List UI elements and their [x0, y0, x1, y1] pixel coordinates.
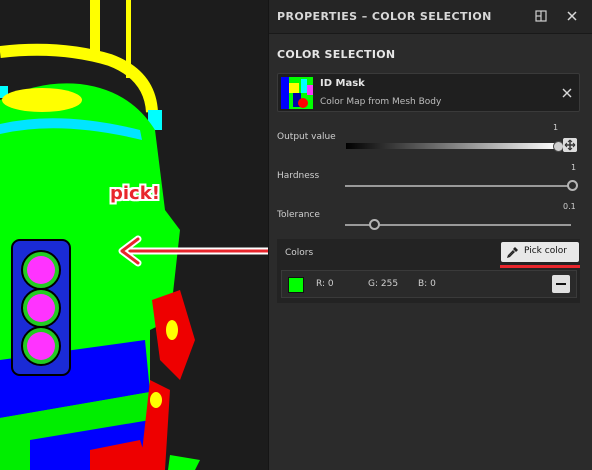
- color-entry-row[interactable]: R: 0 G: 255 B: 0: [281, 270, 577, 298]
- section-title: COLOR SELECTION: [277, 48, 396, 61]
- dock-icon[interactable]: [535, 10, 547, 22]
- id-mask-resource[interactable]: ID Mask Color Map from Mesh Body: [277, 73, 580, 112]
- hardness-slider-handle[interactable]: [567, 180, 578, 191]
- output-value-number: 1: [553, 123, 559, 132]
- properties-panel: PROPERTIES – COLOR SELECTION COLOR SELEC…: [268, 0, 592, 470]
- close-icon[interactable]: [565, 9, 579, 23]
- id-mask-mesh-render: [0, 0, 268, 470]
- tolerance-label: Tolerance: [277, 210, 320, 220]
- pick-color-button[interactable]: Pick color: [501, 242, 579, 262]
- colors-label: Colors: [285, 248, 314, 258]
- hardness-label: Hardness: [277, 171, 320, 181]
- color-r-value: R: 0: [316, 279, 334, 289]
- remove-color-button[interactable]: [552, 275, 570, 293]
- hardness-value: 1: [571, 163, 577, 172]
- color-swatch[interactable]: [288, 277, 304, 293]
- pick-color-highlight: [500, 265, 580, 268]
- viewport-3d[interactable]: pick!: [0, 0, 268, 470]
- resource-description: Color Map from Mesh Body: [320, 97, 442, 107]
- eyedropper-icon: [506, 247, 518, 259]
- tolerance-value: 0.1: [563, 202, 576, 211]
- panel-titlebar: PROPERTIES – COLOR SELECTION: [269, 0, 592, 34]
- id-mask-thumbnail: [281, 77, 313, 109]
- panel-title: PROPERTIES – COLOR SELECTION: [277, 10, 492, 23]
- tolerance-slider-handle[interactable]: [369, 219, 380, 230]
- output-value-label: Output value: [277, 132, 336, 142]
- output-value-gradient-slider[interactable]: [346, 143, 558, 149]
- pick-color-label: Pick color: [524, 246, 567, 256]
- pick-annotation: pick!: [110, 183, 160, 204]
- color-g-value: G: 255: [368, 279, 399, 289]
- output-color-picker-icon[interactable]: [563, 138, 577, 152]
- resource-name: ID Mask: [320, 78, 365, 89]
- hardness-slider-track[interactable]: [345, 185, 571, 187]
- remove-resource-icon[interactable]: [561, 87, 573, 99]
- colors-section: Colors Pick color R: 0 G: 255 B: 0: [277, 239, 580, 303]
- color-b-value: B: 0: [418, 279, 436, 289]
